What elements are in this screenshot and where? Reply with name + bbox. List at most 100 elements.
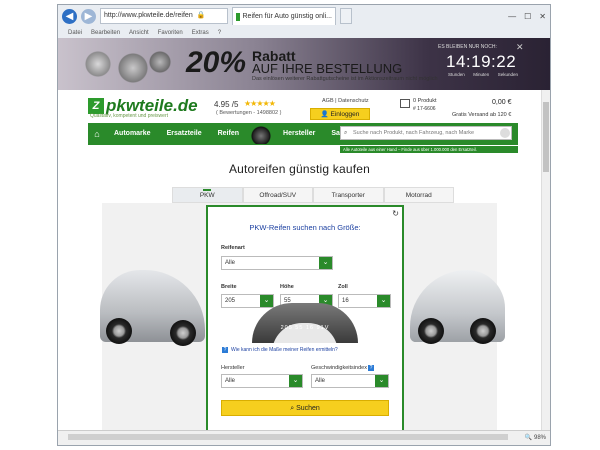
reifenart-label: Reifenart (221, 245, 245, 251)
zoll-select[interactable]: 16 ⌄ (338, 294, 391, 308)
menu-bearbeiten[interactable]: Bearbeiten (91, 30, 120, 36)
search-go-icon[interactable] (500, 128, 510, 138)
zoom-icon: 🔍 (524, 435, 534, 441)
horizontal-scrollbar[interactable] (68, 434, 508, 440)
scroll-thumb[interactable] (543, 102, 549, 172)
menu-ansicht[interactable]: Ansicht (129, 30, 149, 36)
page-viewport: Z pkwteile.de Qualitativ, kompetent und … (58, 90, 541, 430)
hoehe-label: Höhe (280, 284, 294, 290)
countdown-label: ES BLEIBEN NUR NOCH: (438, 44, 497, 50)
status-bar: 🔍 98% (58, 430, 550, 445)
cart-widget[interactable]: 0 Produkt # 17-6606 0,00 € Gratis Versan… (400, 98, 518, 120)
chevron-down-icon: ⌄ (260, 295, 273, 307)
vertical-scrollbar[interactable] (541, 90, 550, 430)
rating-score: 4.95 /5 (214, 100, 239, 109)
window-controls: — ☐ ✕ (508, 12, 546, 21)
tyre-size-illustration: 205 55 16 91V (252, 303, 358, 343)
login-label: Einloggen (330, 111, 360, 118)
breite-label: Breite (221, 284, 237, 290)
zoll-label: Zoll (338, 284, 348, 290)
banner-subline: AUF IHRE BESTELLUNG (252, 61, 403, 76)
search-input[interactable]: ⌕ Suche nach Produkt, nach Fahrzeug, nac… (340, 126, 512, 140)
tyre-help-link[interactable]: ? Wie kann ich die Maße meiner Reifen er… (222, 347, 338, 353)
reifenart-select[interactable]: Alle ⌄ (221, 256, 333, 270)
tab-title: Reifen für Auto günstig onli... (242, 13, 333, 20)
chevron-down-icon: ⌄ (375, 375, 388, 387)
browser-tab[interactable]: Reifen für Auto günstig onli... (232, 7, 336, 25)
breite-select[interactable]: 205 ⌄ (221, 294, 274, 308)
nav-reifen[interactable]: Reifen (210, 123, 247, 145)
menu-bar: Datei Bearbeiten Ansicht Favoriten Extra… (58, 27, 550, 38)
unit-seconds: Sekunden (497, 72, 518, 77)
tab-pkw[interactable]: PKW (172, 187, 243, 202)
banner-close-icon[interactable]: ✕ (516, 42, 524, 53)
chevron-down-icon: ⌄ (377, 295, 390, 307)
wheel (170, 320, 196, 346)
countdown-units: Stunden Minuten Sekunden (448, 72, 518, 77)
reifenart-value: Alle (225, 260, 236, 266)
close-window-icon[interactable]: ✕ (539, 12, 546, 21)
address-bar[interactable]: http://www.pkwteile.de/reifen 🔒 (100, 8, 228, 24)
banner-percent: 20% (186, 46, 247, 79)
nav-ersatzteile[interactable]: Ersatzteile (159, 123, 210, 145)
menu-datei[interactable]: Datei (68, 30, 82, 36)
back-button[interactable]: ◀ (62, 8, 77, 24)
logo-icon: Z (88, 98, 104, 114)
promo-banner[interactable]: 20% Rabatt AUF IHRE BESTELLUNG Das einlö… (58, 38, 550, 90)
nav-hersteller[interactable]: Hersteller (275, 123, 323, 145)
menu-extras[interactable]: Extras (192, 30, 209, 36)
tab-transporter[interactable]: Transporter (313, 187, 384, 202)
hersteller-label: Hersteller (221, 365, 245, 371)
help-icon[interactable]: ? (368, 365, 374, 371)
maximize-icon[interactable]: ☐ (524, 12, 531, 21)
hersteller-select[interactable]: Alle ⌄ (221, 374, 303, 388)
speed-index-select[interactable]: Alle ⌄ (311, 374, 389, 388)
tab-motorrad[interactable]: Motorrad (383, 187, 454, 202)
chevron-down-icon: ⌄ (319, 257, 332, 269)
tyre-icon (247, 124, 276, 144)
forward-button[interactable]: ▶ (81, 8, 96, 24)
speed-index-value: Alle (315, 378, 326, 384)
car-parts-image (78, 44, 173, 86)
review-count[interactable]: ( Bewertungen - 1498802 ) (216, 110, 281, 116)
cart-phone: # 17-6606 (413, 106, 436, 112)
countdown-timer: 14:19:22 (446, 52, 517, 71)
login-button[interactable]: 👤 Einloggen (310, 108, 370, 120)
chevron-down-icon: ⌄ (289, 375, 302, 387)
menu-favoriten[interactable]: Favoriten (158, 30, 183, 36)
title-bar: ◀ ▶ http://www.pkwteile.de/reifen 🔒 Reif… (58, 5, 550, 27)
tyre-code: 205 55 16 91V (280, 325, 330, 331)
main-nav: ⌂ Automarke Ersatzteile Reifen Herstelle… (88, 123, 518, 145)
unit-minutes: Minuten (473, 72, 490, 77)
rating-stars: ★★★★★ (244, 99, 276, 108)
search-button[interactable]: ⌕ Suchen (221, 400, 389, 416)
reset-icon[interactable]: ↻ (392, 209, 399, 218)
page-title: Autoreifen günstig kaufen (228, 162, 371, 176)
home-icon[interactable]: ⌂ (88, 123, 106, 145)
search-icon: ⌕ (344, 130, 348, 136)
wheel (418, 318, 444, 344)
user-icon: 👤 (320, 111, 331, 118)
wheel (470, 318, 496, 344)
search-placeholder: Suche nach Produkt, nach Fahrzeug, nach … (353, 130, 475, 136)
favicon-icon (236, 12, 240, 21)
new-tab-button[interactable] (340, 8, 352, 24)
hersteller-value: Alle (225, 378, 236, 384)
vehicle-tabs: PKW Offroad/SUV Transporter Motorrad (172, 187, 454, 203)
cart-total: 0,00 € (492, 99, 512, 106)
speed-index-label: Geschwindigkeitsindex (311, 365, 367, 371)
browser-window: ◀ ▶ http://www.pkwteile.de/reifen 🔒 Reif… (57, 4, 551, 446)
zoom-level[interactable]: 🔍 98% (525, 434, 546, 441)
url-text: http://www.pkwteile.de/reifen (104, 12, 193, 19)
site-slogan: Qualitativ, kompetent und preiswert (90, 113, 169, 119)
tab-offroad[interactable]: Offroad/SUV (242, 187, 313, 202)
menu-help[interactable]: ? (218, 30, 221, 36)
site-header: Z pkwteile.de Qualitativ, kompetent und … (88, 96, 518, 122)
nav-automarke[interactable]: Automarke (106, 123, 159, 145)
agb-link[interactable]: AGB | Datenschutz (322, 98, 369, 104)
unit-hours: Stunden (448, 72, 465, 77)
form-title: PKW-Reifen suchen nach Größe: (249, 223, 361, 232)
zoom-value: 98% (533, 435, 546, 441)
minimize-icon[interactable]: — (508, 12, 516, 21)
wheel (106, 318, 132, 344)
